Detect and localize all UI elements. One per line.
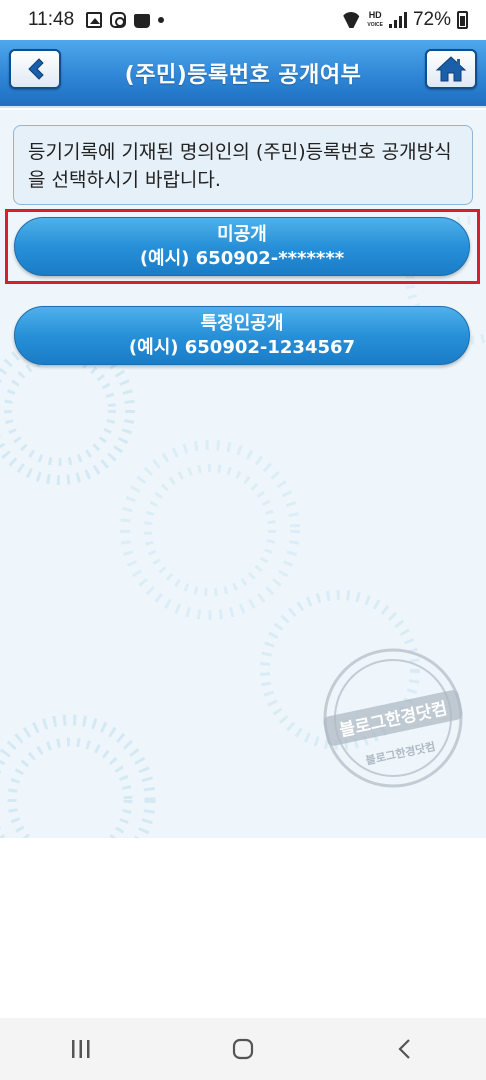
app-header: (주민)등록번호 공개여부 (0, 40, 486, 108)
home-nav-button[interactable] (213, 1029, 273, 1069)
option-specific-label: 특정인공개 (200, 312, 284, 334)
page-title: (주민)등록번호 공개여부 (124, 63, 362, 88)
status-bar: 11:48 HD VOICE 72% (0, 0, 486, 40)
home-icon (435, 56, 467, 82)
back-nav-icon (398, 1039, 410, 1059)
back-nav-button[interactable] (375, 1029, 435, 1069)
option-specific-example: (예시) 650902-1234567 (128, 336, 356, 358)
info-text-line1: 등기기록에 기재된 명의인의 (주민)등록번호 공개방식 (28, 141, 452, 163)
highlight-box (5, 209, 480, 284)
battery-icon (457, 11, 468, 29)
hd-voice-icon: HD VOICE (367, 11, 383, 29)
info-box: 등기기록에 기재된 명의인의 (주민)등록번호 공개방식 을 선택하시기 바랍니… (13, 125, 473, 205)
status-time: 11:48 (28, 9, 75, 30)
battery-percent: 72% (412, 9, 451, 30)
voice-label: VOICE (367, 22, 383, 28)
instagram-icon (110, 12, 127, 28)
chevron-left-icon (28, 58, 44, 80)
home-button[interactable] (425, 49, 477, 89)
signal-icon (388, 12, 407, 28)
navigation-bar (0, 1018, 486, 1080)
home-nav-icon (232, 1038, 254, 1060)
hd-label: HD (368, 10, 382, 20)
status-right: HD VOICE 72% (341, 9, 468, 31)
content-area: 등기기록에 기재된 명의인의 (주민)등록번호 공개방식 을 선택하시기 바랍니… (0, 110, 486, 838)
notification-dot-icon (158, 17, 165, 23)
back-button[interactable] (9, 49, 61, 89)
shopping-bag-icon (134, 14, 151, 28)
status-left: 11:48 (28, 9, 165, 31)
recent-apps-button[interactable] (51, 1029, 111, 1069)
wifi-icon (341, 12, 361, 28)
recent-apps-icon (72, 1040, 90, 1058)
gallery-icon (86, 12, 103, 28)
option-specific-button[interactable]: 특정인공개 (예시) 650902-1234567 (14, 306, 470, 365)
info-text-line2: 을 선택하시기 바랍니다. (28, 169, 221, 191)
watermark-sub-text: 블로그한경닷컴 (364, 739, 436, 767)
watermark-stamp: 블로그한경닷컴 블로그한경닷컴 (323, 648, 463, 788)
